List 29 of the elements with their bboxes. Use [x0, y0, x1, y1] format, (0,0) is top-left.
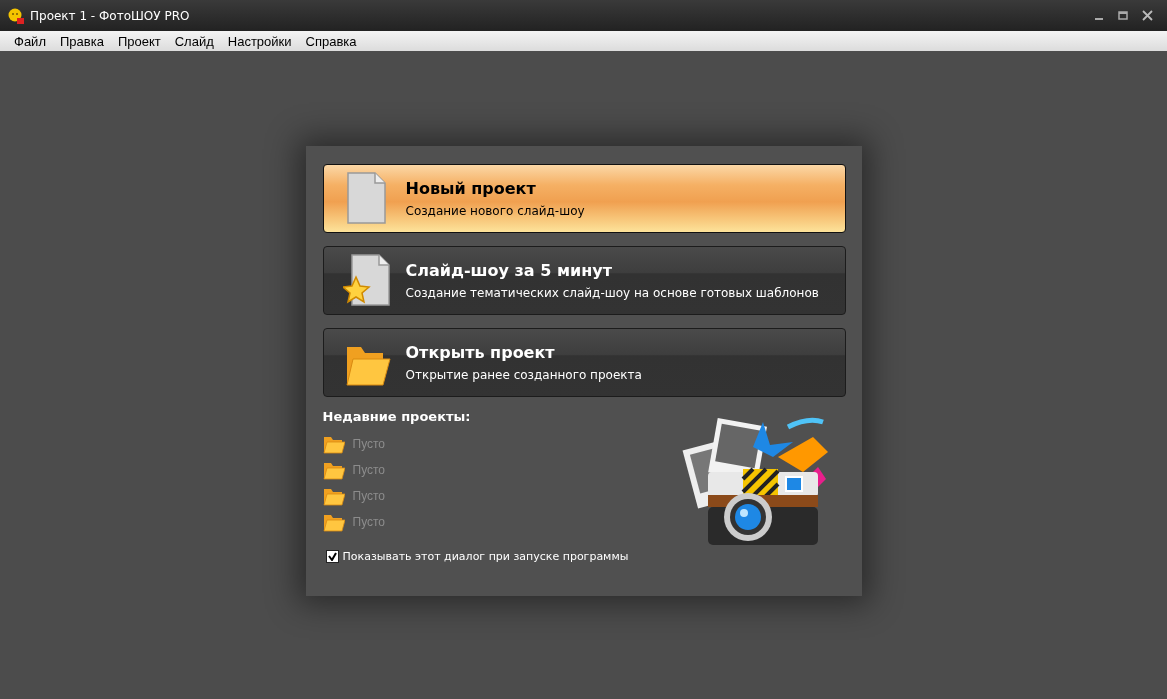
action-button[interactable]: Новый проект Создание нового слайд-шоу [322, 164, 846, 233]
action-title: Новый проект [405, 179, 537, 198]
folder-icon [322, 512, 345, 532]
folder-icon [322, 460, 345, 480]
close-icon[interactable] [1142, 10, 1153, 21]
action-button[interactable]: Открыть проект Открытие ранее созданного проекта [322, 328, 846, 397]
checkbox-label: Показывать этот диалог при запуске программы [342, 550, 629, 563]
checkmark-icon [327, 552, 337, 561]
action-subtitle: Создание тематических слайд-шоу на основе готовых шаблонов [405, 286, 819, 300]
menu-item[interactable]: Справка [298, 33, 364, 49]
menu-item[interactable]: Слайд [167, 33, 221, 49]
folder-icon [322, 486, 345, 506]
menu-item[interactable]: Файл [7, 33, 53, 49]
maximize-icon[interactable] [1118, 10, 1128, 21]
menu-item[interactable]: Настройки [220, 33, 299, 49]
document-icon [344, 170, 389, 227]
action-title: Слайд-шоу за 5 минут [405, 261, 613, 280]
recent-projects-heading: Недавние проекты: [322, 409, 472, 424]
action-subtitle: Открытие ранее созданного проекта [405, 368, 642, 382]
app-icon [8, 7, 24, 24]
menu-item[interactable]: Правка [52, 33, 111, 49]
action-subtitle: Создание нового слайд-шоу [405, 204, 585, 218]
window-title: Проект 1 - ФотоШОУ PRO [30, 8, 190, 23]
document-star-icon [342, 252, 391, 309]
action-button[interactable]: Слайд-шоу за 5 минут Создание тематических слайд-шоу на основе готовых шаблонов [322, 246, 846, 315]
menu-item[interactable]: Проект [110, 33, 168, 49]
action-title: Открыть проект [405, 343, 556, 362]
checkbox[interactable] [325, 550, 339, 563]
folder-icon [322, 434, 345, 454]
